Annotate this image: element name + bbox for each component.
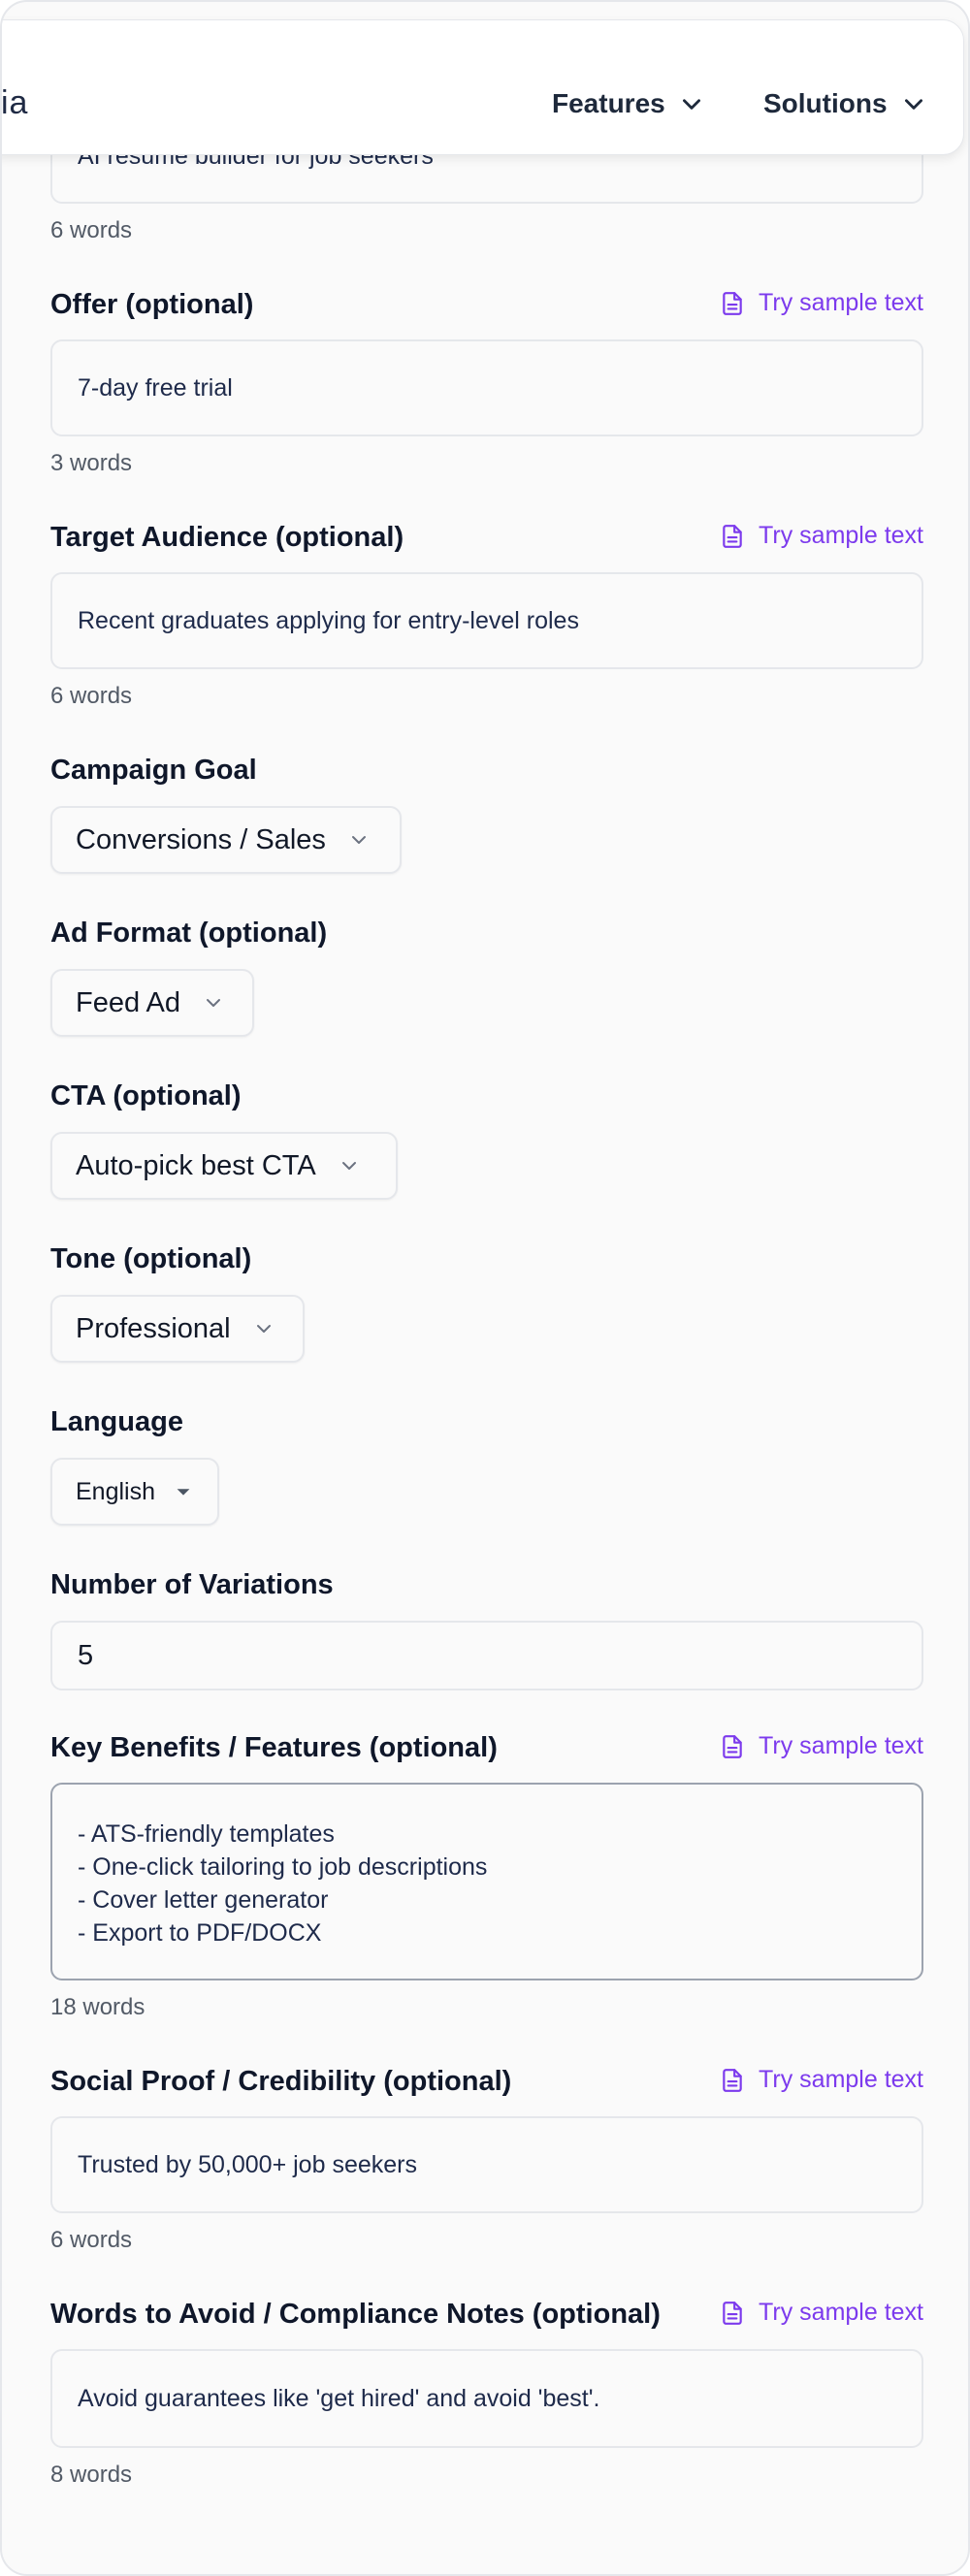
document-icon (723, 291, 742, 315)
document-icon (723, 2068, 742, 2092)
offer-try-sample-link[interactable]: Try sample text (720, 289, 923, 317)
nav-solutions[interactable]: Solutions (763, 88, 926, 119)
benefits-textarea[interactable]: - ATS-friendly templates - One-click tai… (50, 1783, 923, 1980)
ad-format-selected-value: Feed Ad (76, 986, 181, 1018)
social-proof-label: Social Proof / Credibility (optional) (50, 2066, 512, 2097)
benefits-label: Key Benefits / Features (optional) (50, 1732, 498, 1763)
logo[interactable]: ia (2, 84, 28, 122)
chevron-down-icon (682, 99, 700, 110)
chevron-down-icon (256, 1325, 271, 1333)
benefits-line: - One-click tailoring to job description… (78, 1853, 488, 1881)
audience-word-count: 6 words (50, 683, 133, 709)
document-icon (723, 524, 742, 548)
social-proof-input[interactable]: Trusted by 50,000+ job seekers (50, 2116, 923, 2213)
audience-label: Target Audience (optional) (50, 522, 404, 553)
cta-selected-value: Auto-pick best CTA (76, 1149, 316, 1181)
avoid-input-value: Avoid guarantees like 'get hired' and av… (78, 2384, 600, 2412)
language-label: Language (50, 1406, 183, 1437)
document-icon (723, 2301, 742, 2325)
offer-word-count: 3 words (50, 450, 133, 476)
benefits-try-sample-link[interactable]: Try sample text (720, 1732, 923, 1760)
page-frame: ia Features Solutions AI resume builder … (0, 0, 970, 2576)
nav-features[interactable]: Features (552, 88, 704, 119)
audience-input-value: Recent graduates applying for entry-leve… (78, 606, 579, 634)
chevron-down-icon (351, 836, 366, 844)
try-sample-label: Try sample text (759, 1732, 923, 1759)
variations-label: Number of Variations (50, 1569, 334, 1600)
ad-format-label: Ad Format (optional) (50, 918, 328, 949)
goal-select[interactable]: Conversions / Sales (50, 806, 402, 874)
benefits-word-count: 18 words (50, 1994, 146, 2020)
ad-format-select[interactable]: Feed Ad (50, 969, 254, 1037)
product-word-count: 6 words (50, 217, 133, 243)
tone-select[interactable]: Professional (50, 1295, 305, 1363)
avoid-input[interactable]: Avoid guarantees like 'get hired' and av… (50, 2349, 923, 2448)
top-navbar: ia Features Solutions (2, 19, 964, 155)
chevron-down-icon (207, 999, 221, 1007)
try-sample-label: Try sample text (759, 522, 923, 549)
chevron-down-icon (904, 99, 922, 110)
try-sample-label: Try sample text (759, 289, 923, 316)
cta-select[interactable]: Auto-pick best CTA (50, 1132, 398, 1200)
variations-input-value: 5 (78, 1639, 94, 1671)
try-sample-label: Try sample text (759, 2299, 923, 2326)
avoid-label: Words to Avoid / Compliance Notes (optio… (50, 2299, 661, 2330)
try-sample-label: Try sample text (759, 2066, 923, 2093)
social-proof-word-count: 6 words (50, 2227, 133, 2253)
benefits-line: - Cover letter generator (78, 1886, 329, 1914)
caret-down-icon (177, 1489, 190, 1496)
social-proof-input-value: Trusted by 50,000+ job seekers (78, 2150, 417, 2178)
tone-selected-value: Professional (76, 1312, 231, 1344)
cta-label: CTA (optional) (50, 1080, 242, 1111)
offer-input[interactable]: 7-day free trial (50, 339, 923, 436)
audience-try-sample-link[interactable]: Try sample text (720, 522, 923, 550)
avoid-word-count: 8 words (50, 2462, 133, 2488)
language-selected-value: English (76, 1477, 155, 1505)
nav-features-label: Features (552, 88, 665, 118)
document-icon (723, 1734, 742, 1758)
audience-input[interactable]: Recent graduates applying for entry-leve… (50, 572, 923, 669)
social-proof-try-sample-link[interactable]: Try sample text (720, 2066, 923, 2094)
nav-solutions-label: Solutions (763, 88, 888, 118)
language-select[interactable]: English (50, 1458, 219, 1526)
variations-input[interactable]: 5 (50, 1621, 923, 1690)
offer-label: Offer (optional) (50, 289, 254, 320)
chevron-down-icon (341, 1162, 356, 1170)
tone-label: Tone (optional) (50, 1243, 252, 1274)
avoid-try-sample-link[interactable]: Try sample text (720, 2299, 923, 2327)
offer-input-value: 7-day free trial (78, 373, 233, 402)
benefits-line: - Export to PDF/DOCX (78, 1919, 322, 1947)
goal-label: Campaign Goal (50, 755, 257, 786)
benefits-line: - ATS-friendly templates (78, 1820, 335, 1848)
goal-selected-value: Conversions / Sales (76, 823, 326, 855)
